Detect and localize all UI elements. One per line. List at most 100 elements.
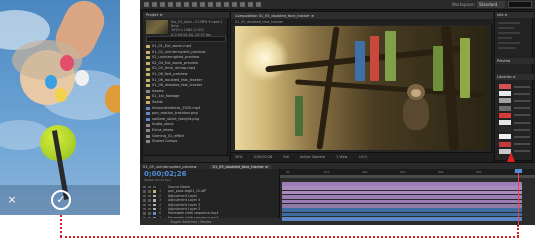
- visibility-toggle-icon[interactable]: [143, 207, 146, 211]
- view-layout-select[interactable]: 1 View: [336, 155, 347, 159]
- library-swatch[interactable]: [499, 91, 511, 97]
- library-swatch[interactable]: [499, 98, 511, 104]
- library-swatch[interactable]: [499, 134, 511, 140]
- layer-duration-bar[interactable]: [282, 186, 522, 190]
- ruler-tick-label: 02s: [362, 170, 368, 174]
- visibility-toggle-icon[interactable]: [143, 190, 146, 193]
- home-icon[interactable]: [144, 2, 149, 7]
- tab-info[interactable]: Info ≡: [495, 12, 534, 18]
- roto-brush-tool-icon[interactable]: [248, 2, 253, 7]
- visibility-toggle-icon[interactable]: [143, 194, 146, 198]
- lock-toggle-icon[interactable]: [148, 194, 151, 198]
- selection-tool-icon[interactable]: [152, 2, 157, 7]
- library-item-label: [514, 85, 530, 88]
- project-search-input[interactable]: [146, 36, 226, 42]
- library-swatch[interactable]: [499, 105, 511, 111]
- layer-duration-bar[interactable]: [282, 190, 522, 195]
- close-icon[interactable]: ×: [5, 193, 19, 207]
- timeline-layer-panel: 0;00;02;26 00086 (29.97 fps) Source Name…: [140, 169, 280, 225]
- layer-duration-bar[interactable]: [282, 217, 522, 221]
- layer-duration-bar[interactable]: [282, 195, 522, 199]
- pan-behind-tool-icon[interactable]: [192, 2, 197, 7]
- balloon: [45, 75, 57, 89]
- zoom-tool-icon[interactable]: [168, 2, 173, 7]
- layer-duration-bar[interactable]: [282, 182, 522, 186]
- tab-composition[interactable]: Composition 01_05_doubled_face_tracker ≡: [231, 12, 493, 19]
- project-item-label: Stored Comps: [152, 139, 178, 144]
- tab-timeline[interactable]: 01_05_uninterrupted_preview: [143, 165, 197, 169]
- visibility-toggle-icon[interactable]: [143, 212, 146, 215]
- tab-timeline-active[interactable]: 01_05_doubled_face_tracker ≡: [209, 164, 272, 169]
- footage-thumbnail: [146, 20, 168, 34]
- layer-label-color[interactable]: [153, 199, 156, 202]
- library-swatch[interactable]: [499, 84, 511, 89]
- composition-breadcrumb[interactable]: 01_05_doubled_face_tracker: [231, 19, 493, 25]
- composition-viewer[interactable]: [235, 26, 489, 150]
- exposure-value[interactable]: +0.0: [358, 155, 366, 159]
- library-swatch[interactable]: [499, 141, 511, 147]
- hot-air-balloon: [105, 85, 120, 113]
- toolbar: Workspace: Standard: [140, 0, 535, 10]
- playhead[interactable]: [518, 169, 519, 225]
- resolution-select[interactable]: Full: [283, 155, 289, 159]
- type-tool-icon[interactable]: [216, 2, 221, 7]
- library-item-label: [514, 107, 530, 110]
- mask-tool-icon[interactable]: [200, 2, 205, 7]
- tab-libraries[interactable]: Libraries ≡: [495, 74, 534, 80]
- layer-label-color[interactable]: [153, 207, 156, 211]
- toggle-switches-modes[interactable]: Toggle Switches / Modes: [140, 218, 280, 225]
- folder-icon: [146, 129, 150, 133]
- layer-name: Adjustment Layer 2: [168, 206, 201, 211]
- search-help-input[interactable]: [508, 1, 532, 8]
- visibility-toggle-icon[interactable]: [143, 203, 146, 206]
- visibility-toggle-icon[interactable]: [143, 199, 146, 202]
- balloon: [55, 88, 67, 102]
- timeline-tab-bar: 01_05_uninterrupted_preview 01_05_double…: [140, 162, 535, 169]
- layer-duration-bar[interactable]: [282, 204, 522, 208]
- hand-tool-icon[interactable]: [160, 2, 165, 7]
- lock-toggle-icon[interactable]: [148, 186, 151, 189]
- layer-label-color[interactable]: [153, 190, 156, 193]
- layer-duration-bar[interactable]: [282, 212, 522, 217]
- camera-tool-icon[interactable]: [184, 2, 189, 7]
- lock-toggle-icon[interactable]: [148, 190, 151, 193]
- brush-tool-icon[interactable]: [224, 2, 229, 7]
- eraser-tool-icon[interactable]: [240, 2, 245, 7]
- library-swatch[interactable]: [499, 127, 511, 133]
- clone-stamp-tool-icon[interactable]: [232, 2, 237, 7]
- composition-panel: Composition 01_05_doubled_face_tracker ≡…: [230, 11, 493, 161]
- layer-label-color[interactable]: [153, 186, 156, 189]
- layer-label-color[interactable]: [153, 203, 156, 206]
- footage-info-line: Ext_01_dom...01.MP4 ▾ used 1 time: [171, 20, 223, 29]
- timeline-tracks[interactable]: 0s01s02s03s04s05s06s: [280, 169, 535, 225]
- tab-project[interactable]: Project ≡: [143, 12, 229, 18]
- lock-toggle-icon[interactable]: [148, 212, 151, 215]
- current-time-display[interactable]: 0;00;02;26: [254, 155, 273, 159]
- layer-duration-bar[interactable]: [282, 199, 522, 204]
- camera-select[interactable]: Active Camera: [300, 155, 325, 159]
- prayer-flag: [355, 41, 365, 81]
- work-area-bar[interactable]: [280, 175, 535, 178]
- timecode-display[interactable]: 0;00;02;26: [144, 170, 187, 178]
- magnification-select[interactable]: 50%: [235, 155, 243, 159]
- tab-preview[interactable]: Preview: [495, 58, 534, 64]
- visibility-toggle-icon[interactable]: [143, 186, 146, 189]
- playhead-handle[interactable]: [515, 169, 522, 173]
- folder-icon: [146, 78, 150, 82]
- layer-label-color[interactable]: [153, 194, 156, 198]
- puppet-tool-icon[interactable]: [256, 2, 261, 7]
- lock-toggle-icon[interactable]: [148, 207, 151, 211]
- rotate-tool-icon[interactable]: [176, 2, 181, 7]
- lock-toggle-icon[interactable]: [148, 199, 151, 202]
- workspace-select[interactable]: Standard: [477, 1, 505, 8]
- layer-label-color[interactable]: [153, 212, 156, 215]
- library-swatch[interactable]: [499, 112, 511, 118]
- pen-tool-icon[interactable]: [208, 2, 213, 7]
- project-item[interactable]: Stored Comps: [146, 139, 228, 145]
- ruler-tick-label: 03s: [400, 170, 406, 174]
- layer-duration-bar[interactable]: [282, 208, 522, 212]
- confirm-checkmark-icon[interactable]: ✓: [51, 190, 71, 210]
- library-swatch[interactable]: [499, 120, 511, 125]
- lock-toggle-icon[interactable]: [148, 203, 151, 206]
- viewer-footer: 50% 0;00;02;26 Full Active Camera 1 View…: [231, 152, 493, 161]
